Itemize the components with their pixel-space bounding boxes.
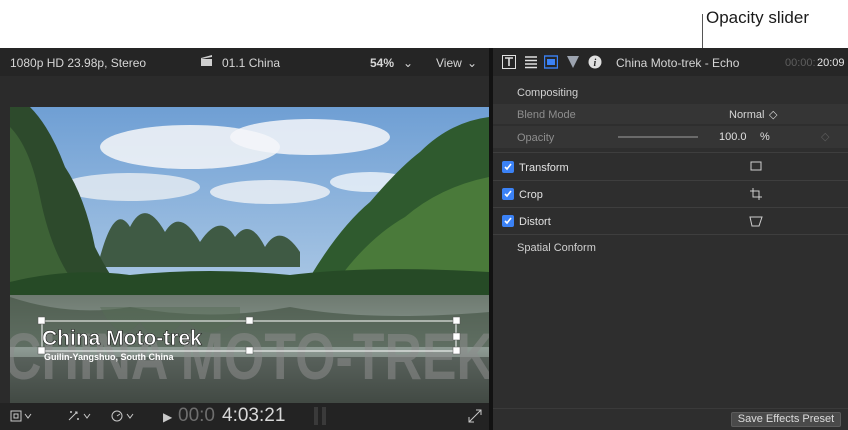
title-subtitle[interactable]: Guilin-Yangshuo, South China: [44, 352, 174, 362]
opacity-value[interactable]: 100.0: [719, 131, 747, 143]
duration-dim: 00:00:: [785, 57, 816, 69]
retime-menu-icon[interactable]: [110, 409, 138, 426]
compositing-label: Compositing: [517, 87, 579, 99]
viewer: 1080p HD 23.98p, Stereo 01.1 China 54% ⌄…: [0, 48, 489, 430]
zoom-chevron-icon[interactable]: ⌄: [403, 56, 413, 70]
clip-name[interactable]: 01.1 China: [222, 56, 280, 70]
title-main[interactable]: China Moto-trek: [42, 327, 203, 351]
viewer-header: 1080p HD 23.98p, Stereo 01.1 China 54% ⌄…: [0, 48, 489, 76]
clapper-icon: [200, 54, 213, 70]
fullscreen-icon[interactable]: [468, 409, 482, 426]
title-inspector-icon[interactable]: [524, 55, 538, 69]
spatial-conform-label: Spatial Conform: [517, 242, 596, 254]
opacity-label: Opacity: [517, 132, 555, 144]
opacity-slider-callout: Opacity slider: [706, 8, 809, 27]
transform-onscreen-icon[interactable]: [750, 161, 762, 175]
duration: 20:09: [817, 57, 845, 69]
distort-checkbox[interactable]: [502, 215, 514, 227]
separator: [493, 408, 848, 409]
timecode-dim: 00:0: [178, 405, 215, 426]
transform-label: Transform: [519, 162, 569, 174]
clip-title: China Moto-trek - Echo: [616, 56, 740, 70]
separator: [493, 152, 848, 153]
final-cut-window: 1080p HD 23.98p, Stereo 01.1 China 54% ⌄…: [0, 48, 848, 430]
crop-checkbox[interactable]: [502, 188, 514, 200]
inspector: i China Moto-trek - Echo 00:00: 20:09 Co…: [493, 48, 848, 430]
play-icon[interactable]: ▶: [163, 410, 172, 424]
svg-text:i: i: [594, 58, 597, 69]
viewer-footer: ▶ 00:0 4:03:21: [0, 403, 489, 430]
transform-menu-icon[interactable]: [10, 409, 34, 426]
crop-row[interactable]: Crop: [493, 181, 848, 207]
format-label: 1080p HD 23.98p, Stereo: [10, 56, 147, 70]
transform-row[interactable]: Transform: [493, 154, 848, 180]
audio-meter-right: [322, 407, 326, 425]
distort-onscreen-icon[interactable]: [749, 216, 763, 230]
audio-meter-left: [314, 407, 318, 425]
distort-label: Distort: [519, 216, 551, 228]
video-frame[interactable]: CHINA MOTO-TREK China Moto-trek Guilin-Y…: [10, 107, 489, 403]
opacity-unit: %: [760, 131, 770, 143]
crop-label: Crop: [519, 189, 543, 201]
color-inspector-icon[interactable]: [566, 55, 580, 69]
info-inspector-icon[interactable]: i: [588, 55, 602, 69]
view-menu[interactable]: View: [436, 56, 462, 70]
blend-mode-value[interactable]: Normal: [729, 109, 764, 121]
landscape-image: CHINA MOTO-TREK China Moto-trek Guilin-Y…: [10, 107, 489, 403]
transform-checkbox[interactable]: [502, 161, 514, 173]
compositing-header[interactable]: Compositing: [493, 82, 848, 102]
blend-mode-chevron-icon[interactable]: ◇: [769, 108, 777, 121]
zoom-level[interactable]: 54%: [370, 56, 394, 70]
timecode: 4:03:21: [222, 405, 286, 426]
keyframe-icon[interactable]: ◇: [821, 130, 829, 143]
text-inspector-icon[interactable]: [502, 55, 516, 69]
video-inspector-icon[interactable]: [543, 55, 559, 69]
spatial-conform-row[interactable]: Spatial Conform: [493, 236, 848, 258]
view-chevron-icon[interactable]: ⌄: [467, 56, 477, 70]
distort-row[interactable]: Distort: [493, 208, 848, 234]
opacity-slider-fill: [618, 136, 698, 138]
save-effects-preset-button[interactable]: Save Effects Preset: [731, 412, 841, 427]
blend-mode-label: Blend Mode: [517, 109, 576, 121]
enhancements-menu-icon[interactable]: [66, 409, 94, 426]
crop-onscreen-icon[interactable]: [750, 188, 762, 203]
opacity-row: Opacity 100.0 % ◇: [493, 126, 848, 148]
inspector-header: i China Moto-trek - Echo 00:00: 20:09: [493, 48, 848, 76]
blend-mode-row: Blend Mode Normal ◇: [493, 104, 848, 124]
separator: [493, 234, 848, 235]
